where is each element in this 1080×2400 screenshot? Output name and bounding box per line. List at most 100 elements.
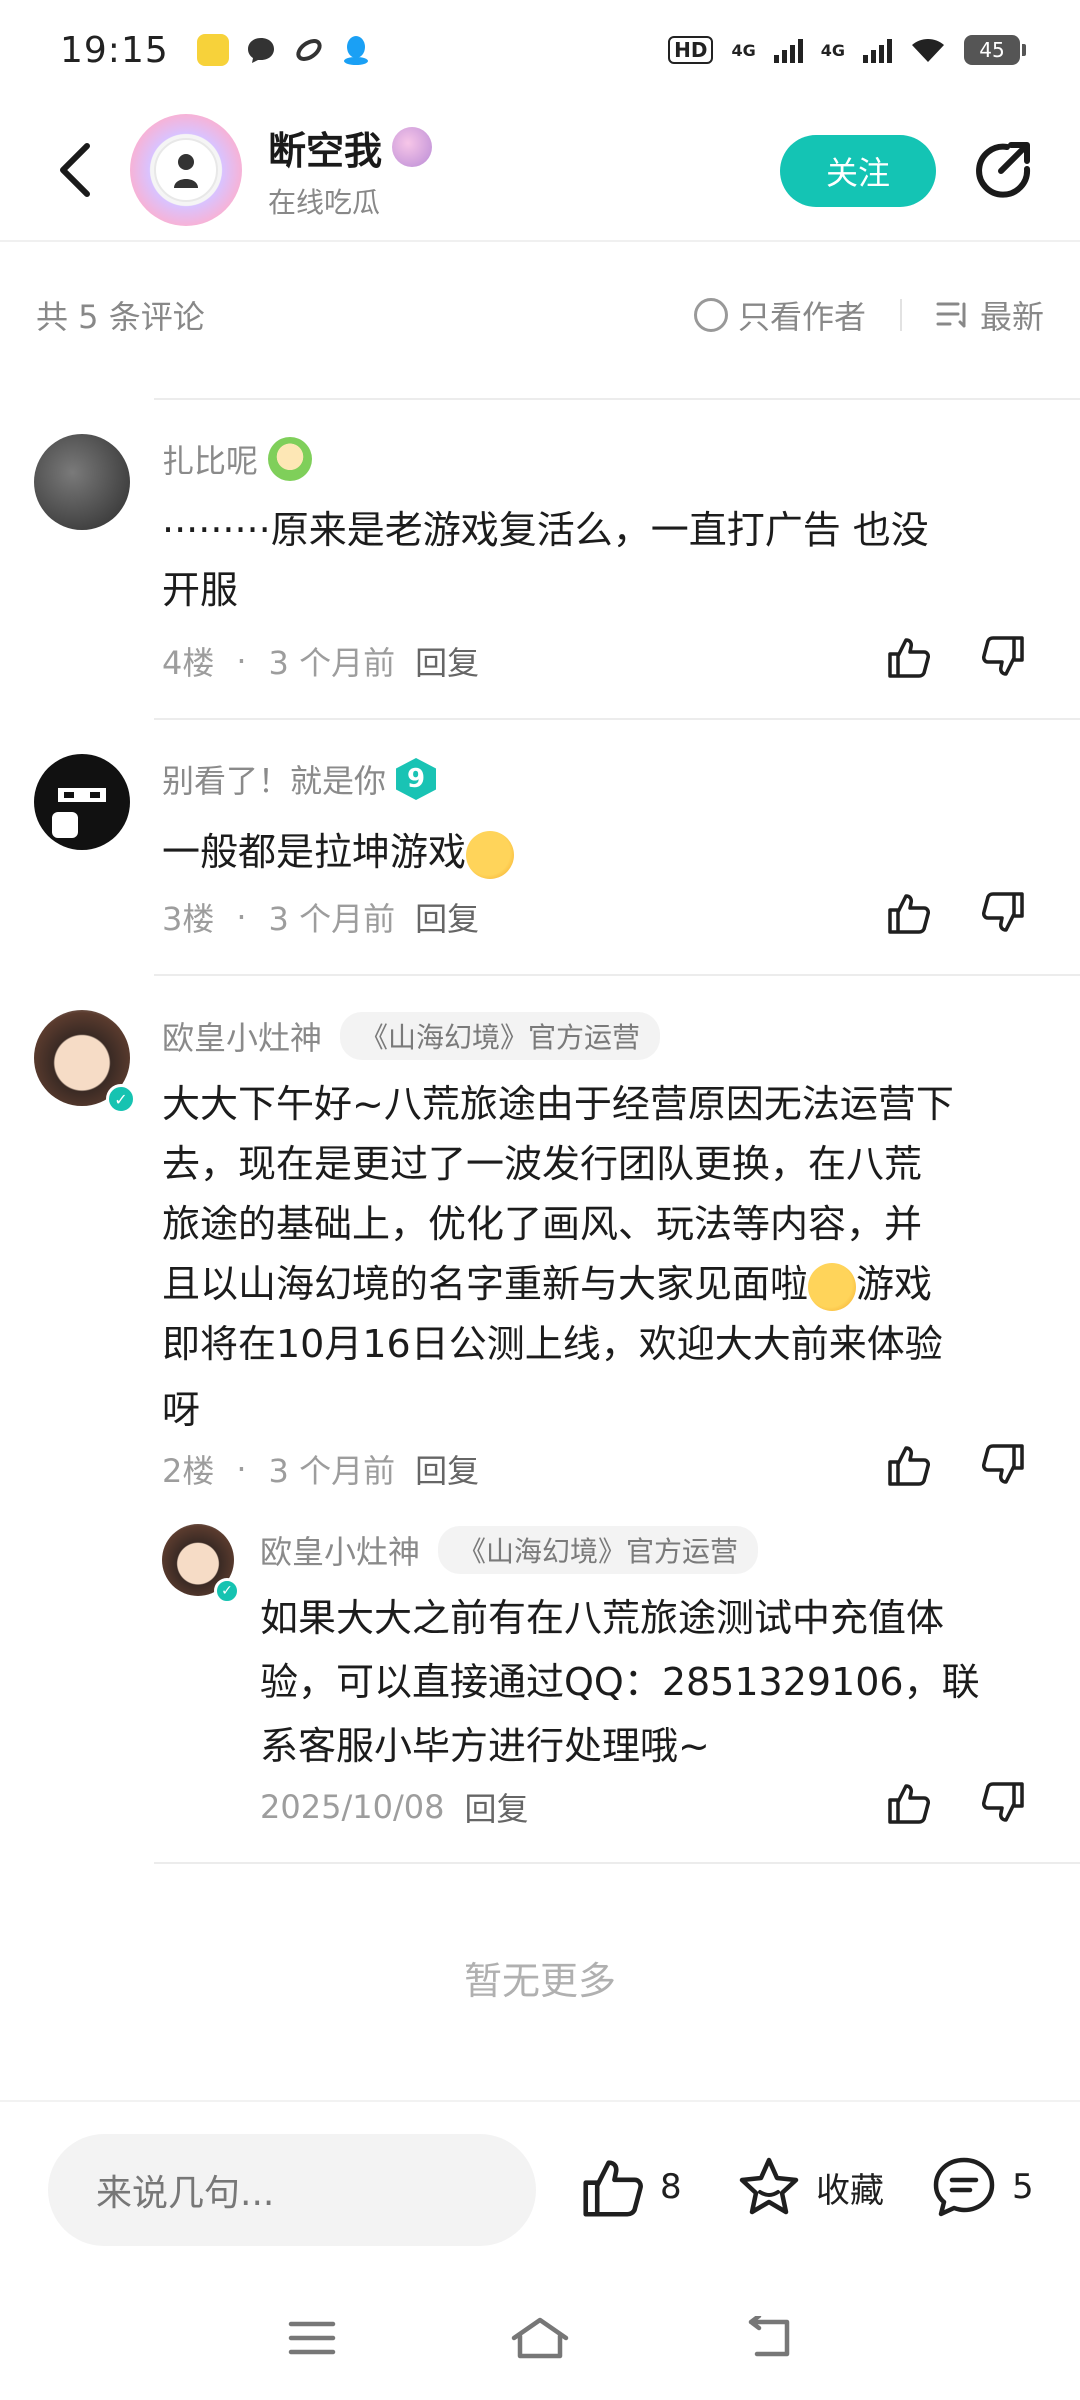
star-icon (739, 2157, 799, 2215)
sort-button[interactable]: 最新 (936, 292, 1044, 338)
thumbs-up-button[interactable] (884, 632, 934, 682)
battery-icon: 45 (964, 35, 1026, 65)
reply-button[interactable]: 回复 (415, 638, 479, 684)
back-button[interactable] (20, 99, 130, 241)
filter-controls: 只看作者 最新 (693, 292, 1044, 338)
thumbs-down-button[interactable] (978, 888, 1028, 938)
favorite-button[interactable]: 收藏 (736, 2154, 884, 2220)
comment-text-line: 呀 (162, 1388, 201, 1432)
official-tag: 《山海幻境》官方运营 (340, 1012, 661, 1060)
author-badge-icon (392, 127, 433, 167)
app-notification-icon (196, 34, 229, 66)
replier-name-row: 欧皇小灶神 《山海幻境》官方运营 (260, 1526, 759, 1574)
emoji-icon (466, 830, 515, 879)
reply-text: 如果大大之前有在八荒旅途测试中充值体 验，可以直接通过QQ：2851329106… (260, 1586, 1050, 1778)
comment-filter-bar: 共 5 条评论 只看作者 最新 (0, 270, 1080, 360)
comments-button[interactable]: 5 (930, 2154, 1034, 2220)
qq-icon (343, 36, 368, 65)
author-status: 在线吃瓜 (268, 185, 381, 219)
commenter-name[interactable]: 欧皇小灶神 (162, 1013, 322, 1059)
favorite-label: 收藏 (816, 2170, 884, 2211)
status-time: 19:15 (60, 29, 169, 71)
reply-button[interactable]: 回复 (415, 894, 479, 940)
comment-text: 一般都是拉坤游戏 (162, 822, 1042, 882)
reply-button[interactable]: 回复 (415, 1446, 479, 1492)
comment-text-segment: 且以山海幻境的名字重新与大家见面啦 (162, 1262, 809, 1306)
commenter-avatar[interactable] (34, 434, 130, 530)
comment-bubble-icon (933, 2157, 995, 2217)
comment-text: 大大下午好~八荒旅途由于经营原因无法运营下 去，现在是更过了一波发行团队更换，在… (162, 1074, 1052, 1440)
signal-icon-2 (863, 37, 892, 63)
reply-text-line: 验，可以直接通过QQ：2851329106，联 (260, 1660, 980, 1704)
thumbs-up-button[interactable] (884, 1440, 934, 1490)
top-header: 断空我 在线吃瓜 关注 (0, 100, 1080, 242)
system-nav-bar (0, 2280, 1080, 2400)
no-more-label: 暂无更多 (463, 1959, 616, 2003)
commenter-name[interactable]: 别看了！就是你 (162, 756, 386, 802)
thumbs-down-button[interactable] (978, 632, 1028, 682)
menu-button[interactable] (287, 2318, 337, 2362)
thumbs-down-icon (982, 636, 1024, 676)
verified-badge-icon: ✓ (106, 1084, 136, 1114)
share-button[interactable] (966, 134, 1040, 208)
author-avatar[interactable] (130, 114, 242, 226)
author-info[interactable]: 断空我 在线吃瓜 (268, 120, 433, 221)
bottom-action-bar: 来说几句... 8 收藏 5 (0, 2100, 1080, 2280)
reply-text-line: 系客服小毕方进行处理哦~ (260, 1724, 710, 1768)
commenter-name-row: 欧皇小灶神 《山海幻境》官方运营 (162, 1012, 661, 1060)
follow-button[interactable]: 关注 (780, 135, 936, 207)
thumbs-down-button[interactable] (978, 1440, 1028, 1490)
back-arrow-icon (60, 143, 90, 197)
thumbs-down-button[interactable] (978, 1778, 1028, 1828)
comment-text-body: 一般都是拉坤游戏 (162, 830, 467, 874)
thumbs-up-icon (583, 2160, 643, 2217)
user-badge-icon (268, 437, 313, 481)
menu-icon (288, 2321, 335, 2355)
comment-floor: 4楼 (162, 644, 215, 682)
back-return-icon (749, 2313, 790, 2357)
thumbs-up-icon (888, 1784, 930, 1824)
meta-dot: · (236, 1450, 247, 1488)
signal-icon (773, 37, 803, 63)
comment-text-line: 旅途的基础上，优化了画风、玩法等内容，并 (162, 1202, 923, 1246)
comment-time: 3 个月前 (268, 900, 396, 938)
level-badge-icon: 9 (396, 758, 437, 800)
divider (154, 398, 1080, 400)
network-label-2: 4G (820, 40, 845, 60)
sort-label: 最新 (979, 298, 1044, 336)
replier-name[interactable]: 欧皇小灶神 (260, 1527, 420, 1573)
avatar-image (154, 138, 218, 202)
official-tag: 《山海幻境》官方运营 (438, 1526, 759, 1574)
comment-time: 3 个月前 (268, 644, 396, 682)
reply-button[interactable]: 回复 (464, 1784, 528, 1830)
share-icon (976, 142, 1031, 198)
comment-count: 共 5 条评论 (36, 298, 205, 336)
author-name: 断空我 (268, 128, 383, 173)
meta-dot: · (236, 642, 247, 680)
thumbs-up-button[interactable] (884, 1778, 934, 1828)
emoji-icon (808, 1262, 857, 1311)
like-button[interactable]: 8 (580, 2154, 682, 2220)
author-only-label: 只看作者 (737, 298, 866, 336)
home-button[interactable] (510, 2316, 570, 2364)
commenter-name[interactable]: 扎比呢 (162, 436, 258, 482)
radio-icon (693, 298, 728, 332)
commenter-avatar[interactable] (34, 754, 130, 850)
sort-list-icon (936, 302, 966, 328)
author-name-row: 断空我 (268, 120, 433, 175)
author-only-toggle[interactable]: 只看作者 (693, 292, 866, 338)
comment-input[interactable]: 来说几句... (48, 2134, 536, 2246)
comment-actions (884, 888, 1028, 938)
comment-text-line: 去，现在是更过了一波发行团队更换，在八荒 (162, 1142, 923, 1186)
message-icon (247, 38, 274, 63)
comment-count-badge: 5 (1012, 2167, 1034, 2207)
system-back-button[interactable] (743, 2313, 793, 2364)
thumbs-up-button[interactable] (884, 888, 934, 938)
comment-meta: 4楼 · 3 个月前 回复 (162, 638, 479, 684)
comment-actions (884, 1440, 1028, 1490)
avatar-figure-icon (174, 154, 198, 188)
thumbs-down-icon (982, 1444, 1024, 1484)
thumbs-up-icon (888, 1446, 930, 1486)
comment-text-line: 大大下午好~八荒旅途由于经营原因无法运营下 (162, 1082, 954, 1126)
commenter-name-row: 扎比呢 (162, 436, 313, 482)
